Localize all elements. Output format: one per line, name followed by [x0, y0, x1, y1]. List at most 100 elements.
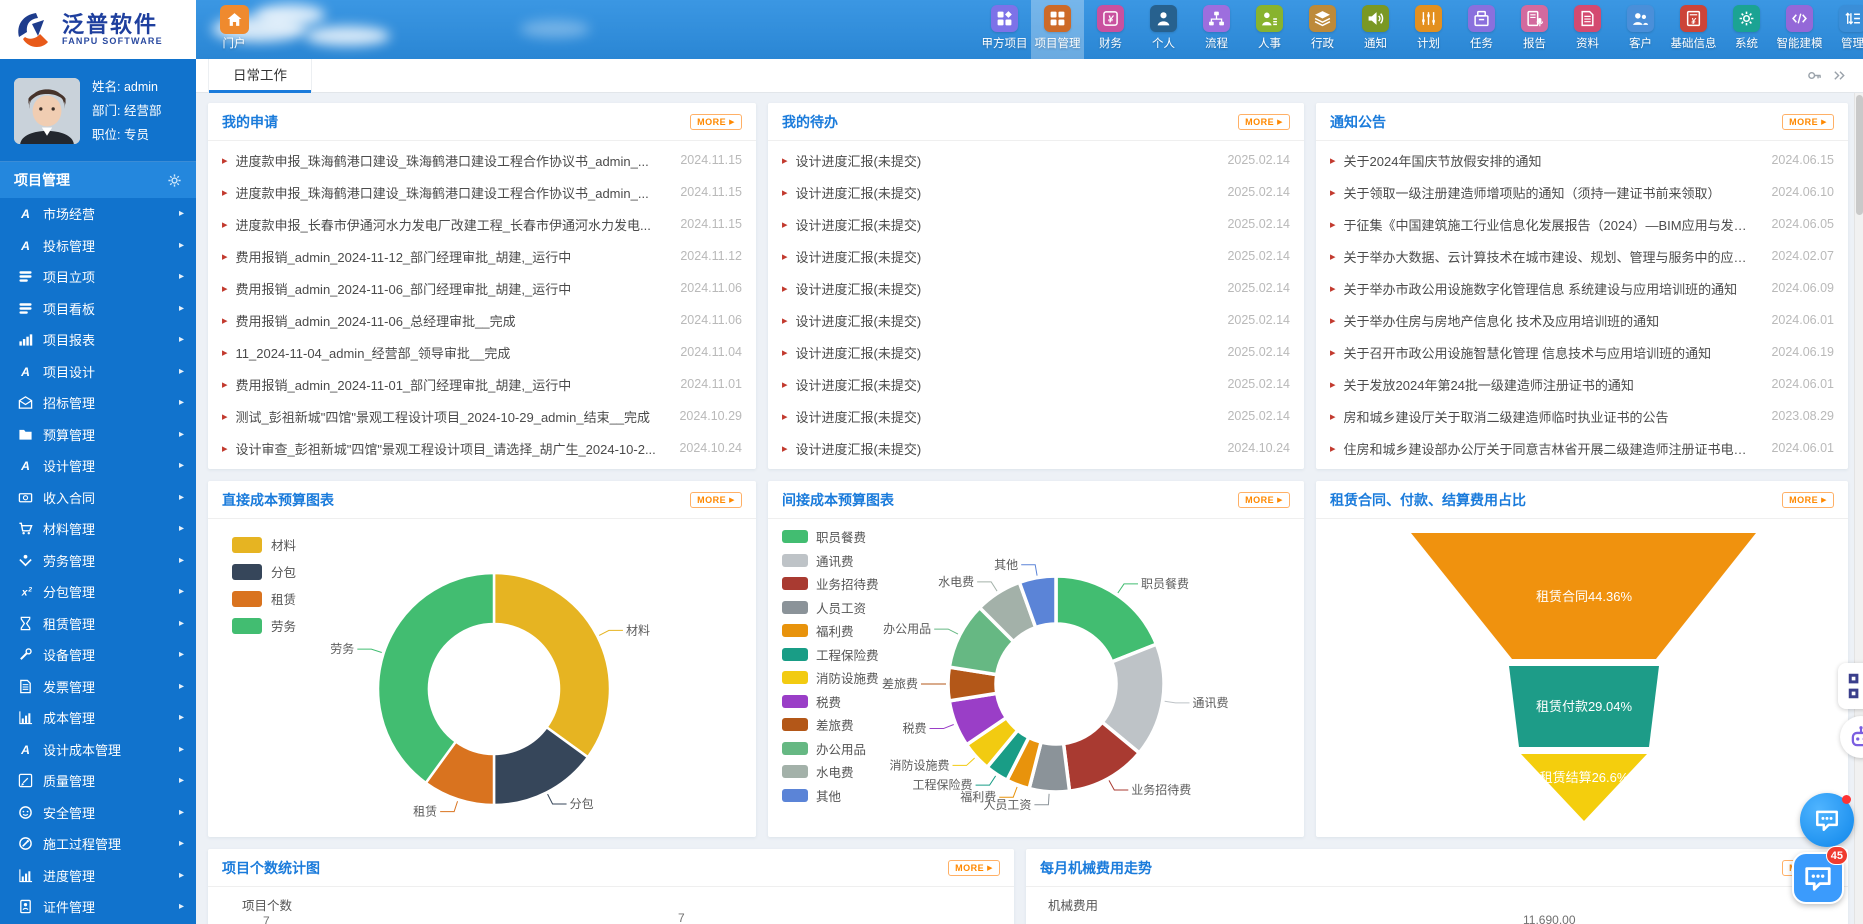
top-nav-item[interactable]: 通知 — [1349, 0, 1402, 59]
legend-item[interactable]: 税费 — [782, 690, 879, 714]
list-item[interactable]: ▸ 费用报销_admin_2024-11-06_总经理审批__完成 2024.1… — [222, 304, 742, 336]
legend-item[interactable]: 消防设施费 — [782, 666, 879, 690]
top-nav-item[interactable]: 客户 — [1614, 0, 1667, 59]
top-nav-item[interactable]: 行政 — [1296, 0, 1349, 59]
chat-widget[interactable]: 45 — [1792, 852, 1844, 904]
sidebar-menu-item[interactable]: 进度管理 ▸ — [0, 860, 196, 892]
sidebar-menu-item[interactable]: 设备管理 ▸ — [0, 639, 196, 671]
legend-item[interactable]: 材料 — [232, 531, 296, 558]
sidebar-menu-item[interactable]: 施工过程管理 ▸ — [0, 828, 196, 860]
vertical-scrollbar[interactable] — [1854, 93, 1863, 924]
scrollbar-thumb[interactable] — [1856, 95, 1863, 215]
list-item[interactable]: ▸ 房和城乡建设厅关于取消二级建造师临时执业证书的公告 2023.08.29 — [1330, 400, 1834, 432]
sidebar-menu-item[interactable]: 招标管理 ▸ — [0, 387, 196, 419]
top-nav-item[interactable]: 报告 — [1508, 0, 1561, 59]
legend-item[interactable]: 差旅费 — [782, 713, 879, 737]
legend-item[interactable]: 人员工资 — [782, 596, 879, 620]
list-item[interactable]: ▸ 设计进度汇报(未提交) 2024.10.24 — [782, 432, 1290, 464]
top-nav-item[interactable]: 计划 — [1402, 0, 1455, 59]
sidebar-module-header[interactable]: 项目管理 — [0, 162, 196, 198]
list-item[interactable]: ▸ 住房和城乡建设部办公厅关于同意吉林省开展二级建造师注册证书电子化试点... … — [1330, 432, 1834, 464]
list-item[interactable]: ▸ 关于召开市政公用设施智慧化管理 信息技术与应用培训班的通知 2024.06.… — [1330, 336, 1834, 368]
sidebar-menu-item[interactable]: 安全管理 ▸ — [0, 797, 196, 829]
top-nav-item[interactable]: 资料 — [1561, 0, 1614, 59]
list-item[interactable]: ▸ 费用报销_admin_2024-11-01_部门经理审批_胡建,_运行中 2… — [222, 368, 742, 400]
nav-item-portal[interactable]: 门户 — [206, 5, 262, 52]
more-button[interactable]: MORE▶ — [690, 114, 742, 130]
legend-item[interactable]: 通讯费 — [782, 549, 879, 573]
legend-item[interactable]: 工程保险费 — [782, 643, 879, 667]
tab-daily-work[interactable]: 日常工作 — [208, 59, 312, 93]
sidebar-menu-item[interactable]: A 项目设计 ▸ — [0, 356, 196, 388]
more-button[interactable]: MORE▶ — [1238, 114, 1290, 130]
legend-item[interactable]: 其他 — [782, 784, 879, 808]
list-item[interactable]: ▸ 于征集《中国建筑施工行业信息化发展报告（2024）—BIM应用与发展》材料.… — [1330, 208, 1834, 240]
more-button[interactable]: MORE▶ — [948, 860, 1000, 876]
list-item[interactable]: ▸ 进度款申报_珠海鹤港口建设_珠海鹤港口建设工程合作协议书_admin_...… — [222, 144, 742, 176]
funnel-stage[interactable] — [1521, 754, 1647, 821]
list-item[interactable]: ▸ 关于举办住房与房地产信息化 技术及应用培训班的通知 2024.06.01 — [1330, 304, 1834, 336]
list-item[interactable]: ▸ 关于举办市政公用设施数字化管理信息 系统建设与应用培训班的通知 2024.0… — [1330, 272, 1834, 304]
list-item[interactable]: ▸ 设计进度汇报(未提交) 2025.02.14 — [782, 144, 1290, 176]
list-item[interactable]: ▸ 设计进度汇报(未提交) 2025.02.14 — [782, 336, 1290, 368]
list-item[interactable]: ▸ 关于领取一级注册建造师增项贴的通知（须持一建证书前来领取） 2024.06.… — [1330, 176, 1834, 208]
top-nav-item[interactable]: 甲方项目 — [978, 0, 1031, 59]
top-nav-item[interactable]: 任务 — [1455, 0, 1508, 59]
message-widget[interactable] — [1800, 793, 1854, 847]
sidebar-menu-item[interactable]: 质量管理 ▸ — [0, 765, 196, 797]
key-icon[interactable] — [1807, 68, 1822, 83]
list-item[interactable]: ▸ 11_2024-11-04_admin_经营部_领导审批__完成 2024.… — [222, 336, 742, 368]
legend-item[interactable]: 职员餐费 — [782, 525, 879, 549]
sidebar-menu-item[interactable]: 租赁管理 ▸ — [0, 608, 196, 640]
legend-item[interactable]: 办公用品 — [782, 737, 879, 761]
legend-item[interactable]: 分包 — [232, 558, 296, 585]
top-nav-item[interactable]: 项目管理 — [1031, 0, 1084, 59]
sidebar-menu-item[interactable]: 项目看板 ▸ — [0, 293, 196, 325]
more-button[interactable]: MORE▶ — [690, 492, 742, 508]
avatar[interactable] — [14, 78, 80, 144]
sidebar-menu-item[interactable]: 证件管理 ▸ — [0, 891, 196, 923]
sidebar-menu-item[interactable]: A 市场经营 ▸ — [0, 198, 196, 230]
list-item[interactable]: ▸ 进度款申报_长春市伊通河水力发电厂改建工程_长春市伊通河水力发电... 20… — [222, 208, 742, 240]
list-item[interactable]: ▸ 设计进度汇报(未提交) 2025.02.14 — [782, 240, 1290, 272]
top-nav-item[interactable]: 系统 — [1720, 0, 1773, 59]
sidebar-menu-item[interactable]: 材料管理 ▸ — [0, 513, 196, 545]
lease-funnel-chart[interactable]: 租赁合同44.36%租赁付款29.04%租赁结算26.6% — [1316, 519, 1848, 837]
top-nav-item[interactable]: 智能建模 — [1773, 0, 1826, 59]
list-item[interactable]: ▸ 关于发放2024年第24批一级建造师注册证书的通知 2024.06.01 — [1330, 368, 1834, 400]
list-item[interactable]: ▸ 关于举办大数据、云计算技术在城市建设、规划、管理与服务中的应用培训班... … — [1330, 240, 1834, 272]
top-nav-item[interactable]: ¥ 基础信息 — [1667, 0, 1720, 59]
list-item[interactable]: ▸ 关于2024年国庆节放假安排的通知 2024.06.15 — [1330, 144, 1834, 176]
sidebar-menu-item[interactable]: 预算管理 ▸ — [0, 419, 196, 451]
qr-code-widget[interactable] — [1838, 663, 1863, 709]
gear-icon[interactable] — [167, 173, 182, 188]
legend-item[interactable]: 劳务 — [232, 612, 296, 639]
sidebar-menu-item[interactable]: 劳务管理 ▸ — [0, 545, 196, 577]
legend-item[interactable]: 水电费 — [782, 760, 879, 784]
sidebar-menu-item[interactable]: x2 分包管理 ▸ — [0, 576, 196, 608]
list-item[interactable]: ▸ 测试_彭祖新城"四馆"景观工程设计项目_2024-10-29_admin_结… — [222, 400, 742, 432]
list-item[interactable]: ▸ 设计进度汇报(未提交) 2025.02.14 — [782, 368, 1290, 400]
expand-icon[interactable] — [1832, 68, 1847, 83]
top-nav-item[interactable]: 流程 — [1190, 0, 1243, 59]
list-item[interactable]: ▸ 设计进度汇报(未提交) 2025.02.14 — [782, 176, 1290, 208]
top-nav-item[interactable]: 人事 — [1243, 0, 1296, 59]
sidebar-menu-item[interactable]: 成本管理 ▸ — [0, 702, 196, 734]
sidebar-menu-item[interactable]: A 设计管理 ▸ — [0, 450, 196, 482]
donut-slice[interactable] — [494, 573, 610, 757]
more-button[interactable]: MORE▶ — [1782, 114, 1834, 130]
legend-item[interactable]: 租赁 — [232, 585, 296, 612]
legend-item[interactable]: 福利费 — [782, 619, 879, 643]
list-item[interactable]: ▸ 费用报销_admin_2024-11-12_部门经理审批_胡建,_运行中 2… — [222, 240, 742, 272]
more-button[interactable]: MORE▶ — [1782, 492, 1834, 508]
legend-item[interactable]: 业务招待费 — [782, 572, 879, 596]
list-item[interactable]: ▸ 进度款申报_珠海鹤港口建设_珠海鹤港口建设工程合作协议书_admin_...… — [222, 176, 742, 208]
sidebar-menu-item[interactable]: A 设计成本管理 ▸ — [0, 734, 196, 766]
sidebar-menu-item[interactable]: 收入合同 ▸ — [0, 482, 196, 514]
list-item[interactable]: ▸ 设计进度汇报(未提交) 2025.02.14 — [782, 272, 1290, 304]
list-item[interactable]: ▸ 设计进度汇报(未提交) 2025.02.14 — [782, 304, 1290, 336]
list-item[interactable]: ▸ 设计审查_彭祖新城"四馆"景观工程设计项目_请选择_胡广生_2024-10-… — [222, 432, 742, 464]
list-item[interactable]: ▸ 设计进度汇报(未提交) 2025.02.14 — [782, 400, 1290, 432]
sidebar-menu-item[interactable]: A 投标管理 ▸ — [0, 230, 196, 262]
top-nav-item[interactable]: ¥ 财务 — [1084, 0, 1137, 59]
